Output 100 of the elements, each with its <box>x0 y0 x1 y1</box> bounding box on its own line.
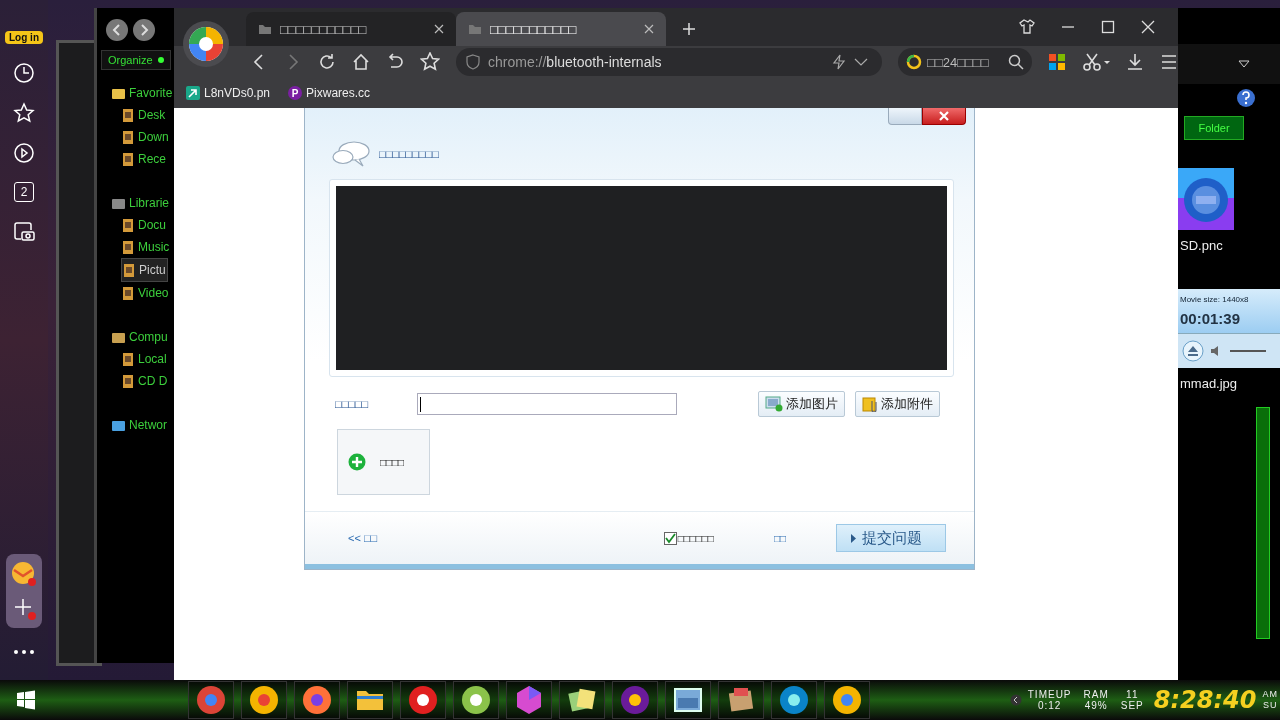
more-icon[interactable] <box>12 648 36 656</box>
add-button[interactable]: 添加附件 <box>855 391 940 417</box>
tab-count-button[interactable]: 2 <box>14 182 34 202</box>
file-name[interactable]: SD.pnc <box>1180 238 1280 253</box>
close-icon[interactable] <box>1141 20 1155 34</box>
file-icon <box>122 262 136 278</box>
reload-icon[interactable] <box>318 53 336 71</box>
nav-item[interactable]: Rece <box>121 148 167 170</box>
folder-icon <box>468 23 482 35</box>
caret-icon[interactable] <box>854 57 868 67</box>
file-icon <box>121 151 135 167</box>
nav-item[interactable]: Favorite <box>111 82 174 104</box>
file-icon <box>121 351 135 367</box>
windows-start-icon[interactable] <box>16 690 36 710</box>
round-app-icon[interactable] <box>248 684 280 716</box>
footer-link[interactable]: □□ <box>773 532 786 544</box>
clock-time: 8:28:40 <box>1153 686 1257 714</box>
round-app-icon[interactable] <box>778 684 810 716</box>
nav-item[interactable]: Networ <box>111 414 168 436</box>
search-field[interactable]: □□24□□□□ <box>898 48 1032 76</box>
nav-item[interactable]: Music <box>121 236 171 258</box>
eject-icon[interactable] <box>1182 340 1204 362</box>
close-icon[interactable] <box>644 24 654 34</box>
date-value: SEP <box>1120 700 1144 711</box>
add-tile[interactable]: □□□□ <box>337 429 430 495</box>
chat-bubbles-icon <box>331 140 371 168</box>
close-icon <box>938 111 950 121</box>
scrollbar[interactable] <box>1256 407 1270 639</box>
bookmark-star-icon[interactable] <box>420 52 440 72</box>
loading-ring-icon <box>906 54 922 70</box>
shirt-icon[interactable] <box>1019 18 1035 34</box>
nav-item[interactable]: Pictu <box>121 258 168 282</box>
bookmark-item[interactable]: P Pixwares.cc <box>288 86 371 100</box>
nav-item[interactable]: Librarie <box>111 192 171 214</box>
bookmark-item[interactable]: L8nVDs0.pn <box>186 86 271 100</box>
paperclip-folder-icon <box>862 396 878 412</box>
file-icon <box>121 373 135 389</box>
timeup-label: TIMEUP <box>1027 689 1072 700</box>
clock-icon[interactable] <box>13 62 35 84</box>
back-link[interactable]: << □□ <box>348 532 378 544</box>
url-text: chrome://bluetooth-internals <box>488 54 662 70</box>
star-icon[interactable] <box>13 102 35 124</box>
shield-icon <box>466 54 480 70</box>
nav-item[interactable]: Compu <box>111 326 169 348</box>
lightning-icon[interactable] <box>832 54 846 70</box>
nav-item[interactable]: Docu <box>121 214 167 236</box>
nav-item[interactable]: Local <box>121 348 168 370</box>
mail-icon[interactable] <box>10 560 38 588</box>
home-icon[interactable] <box>352 53 370 71</box>
play-icon[interactable] <box>13 142 35 164</box>
organize-button[interactable]: Organize <box>101 50 171 70</box>
download-icon[interactable] <box>1126 53 1144 71</box>
round-app-icon[interactable] <box>619 684 651 716</box>
dropdown-icon[interactable] <box>1238 60 1250 68</box>
nav-item[interactable]: Video <box>121 282 170 304</box>
browser-tab[interactable]: □□□□□□□□□□□ <box>246 12 456 46</box>
arrow-icon <box>186 86 200 100</box>
search-icon[interactable] <box>1008 54 1024 70</box>
round-app-icon[interactable] <box>460 684 492 716</box>
folder-button[interactable]: Folder <box>1184 116 1244 140</box>
login-button[interactable]: Log in <box>5 31 43 44</box>
ram-label: RAM <box>1083 689 1109 700</box>
text-input[interactable] <box>417 393 677 415</box>
dialog-title: □□□□□□□□□ <box>379 148 439 160</box>
nav-item[interactable]: Down <box>121 126 170 148</box>
submit-button[interactable]: 提交问题 <box>836 524 946 552</box>
field-label: □□□□□ <box>335 398 370 410</box>
checkbox-label: □□□□□□ <box>677 532 714 544</box>
timeup-value: 0:12 <box>1037 700 1062 711</box>
help-icon[interactable] <box>1236 88 1256 108</box>
chevron-icon[interactable] <box>1009 694 1022 706</box>
checkbox[interactable] <box>663 531 677 545</box>
folder-icon <box>258 23 272 35</box>
tiles-icon[interactable] <box>1048 53 1066 71</box>
scissors-icon[interactable] <box>1082 53 1110 71</box>
file-icon <box>121 107 135 123</box>
address-bar[interactable]: chrome://bluetooth-internals <box>456 48 882 76</box>
close-button[interactable] <box>922 108 966 125</box>
add-button[interactable]: 添加图片 <box>758 391 845 417</box>
file-icon <box>121 217 135 233</box>
close-icon[interactable] <box>434 24 444 34</box>
forward-icon[interactable] <box>132 18 156 42</box>
screenshot-icon[interactable] <box>13 220 35 242</box>
file-icon <box>121 129 135 145</box>
maximize-icon[interactable] <box>1101 20 1115 34</box>
nav-item[interactable]: CD D <box>121 370 169 392</box>
file-name[interactable]: mmad.jpg <box>1180 376 1280 391</box>
back-icon[interactable] <box>105 18 129 42</box>
undo-icon[interactable] <box>386 53 404 71</box>
caret-icon <box>851 533 856 543</box>
ram-value: 49% <box>1084 700 1108 711</box>
new-tab-icon[interactable] <box>682 22 696 36</box>
round-app-icon[interactable] <box>301 684 333 716</box>
browser-tab[interactable]: □□□□□□□□□□□ <box>456 12 666 46</box>
menu-icon[interactable] <box>1160 53 1178 71</box>
plus-circle-icon <box>348 453 366 471</box>
nav-item[interactable]: Desk <box>121 104 167 126</box>
round-app-icon[interactable] <box>407 684 439 716</box>
round-app-icon[interactable] <box>831 684 863 716</box>
file-icon <box>121 239 135 255</box>
